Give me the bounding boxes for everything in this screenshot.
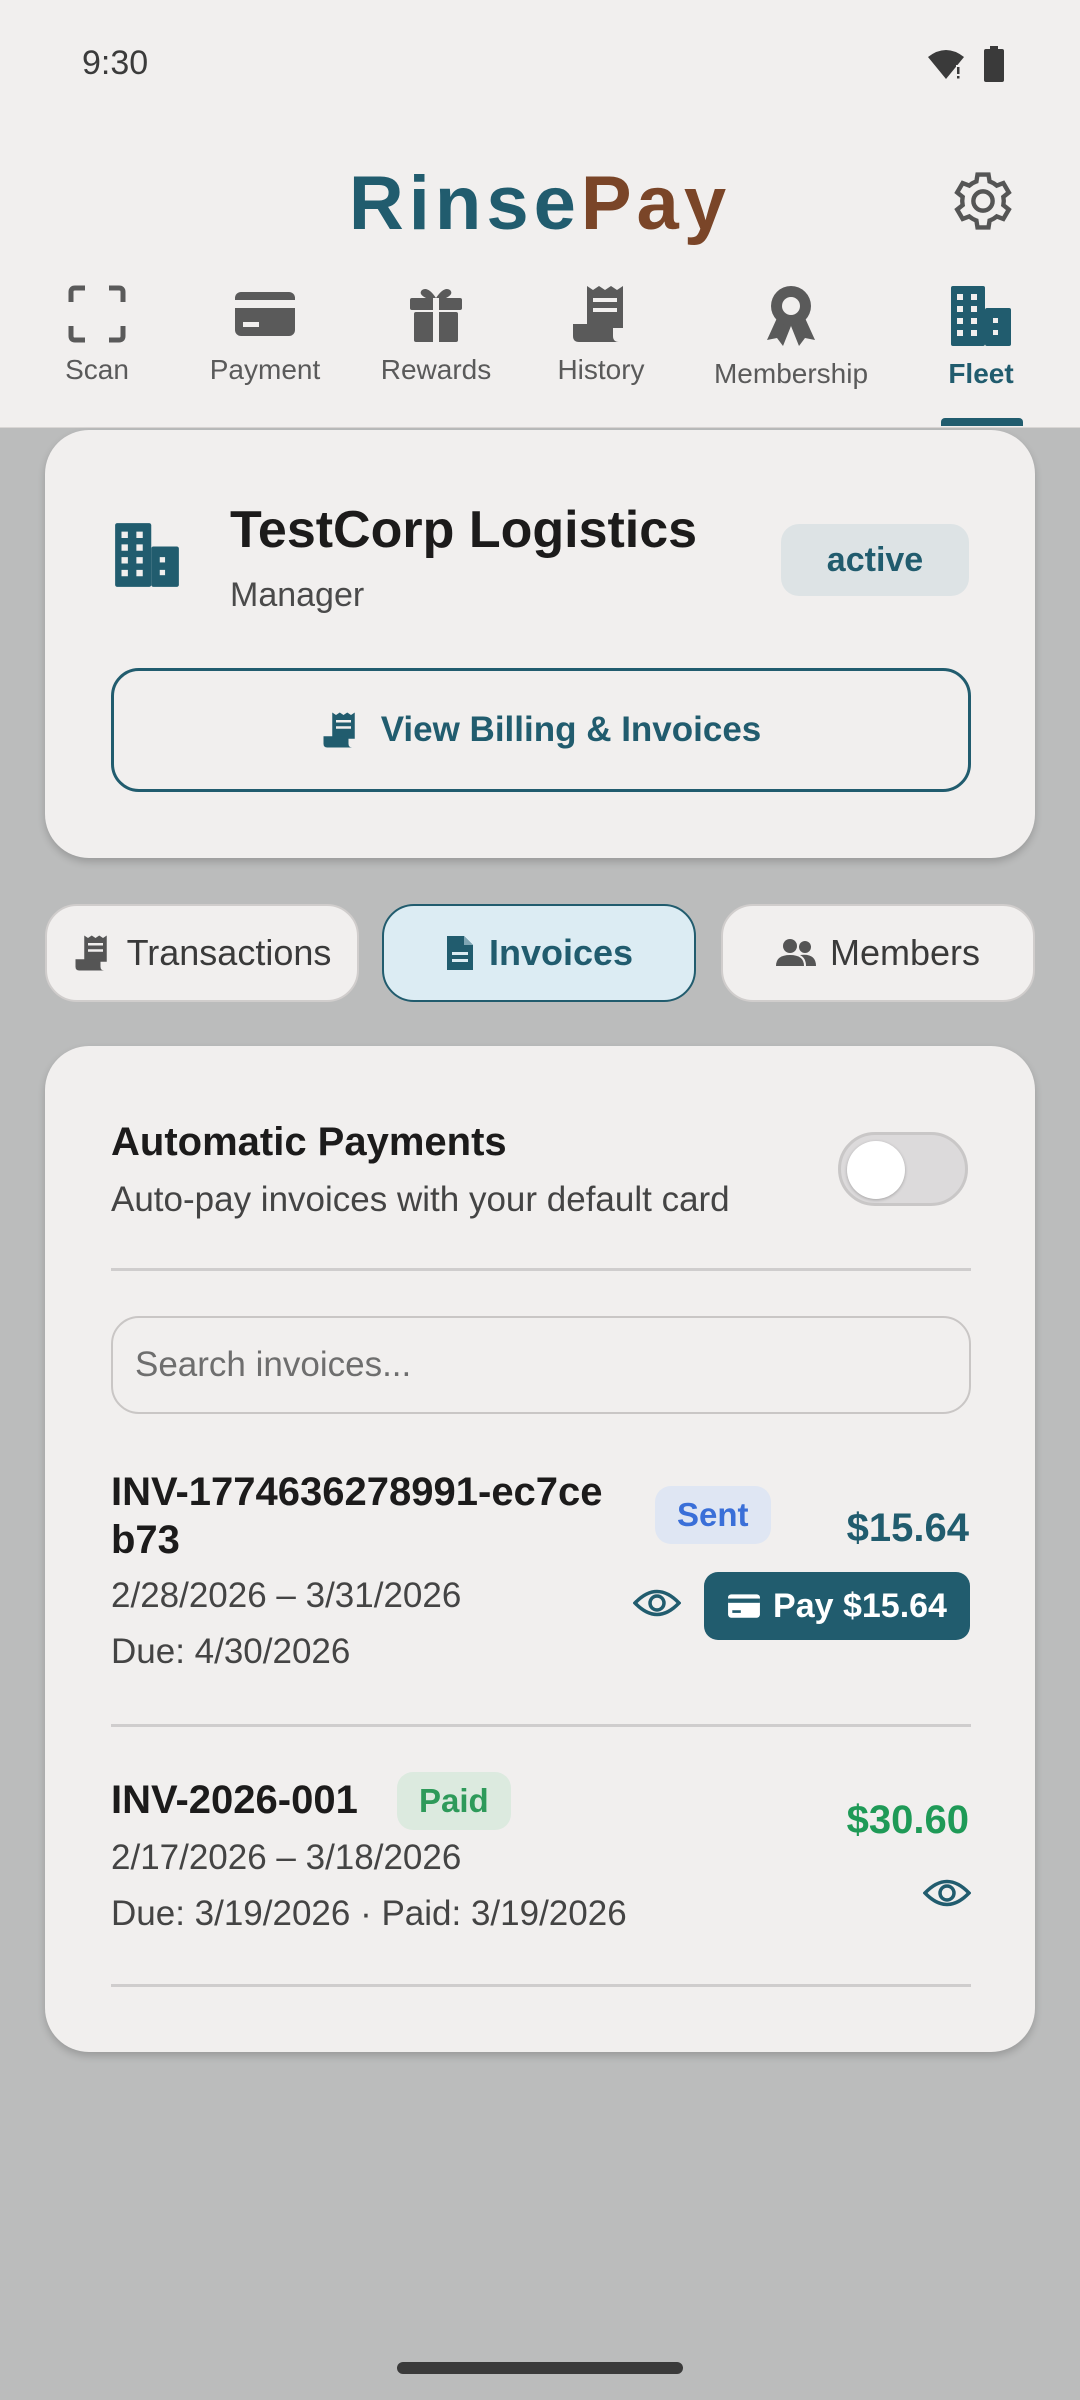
award-badge-icon bbox=[767, 286, 815, 346]
segment-transactions[interactable]: Transactions bbox=[45, 904, 359, 1002]
invoice-id: INV-2026-001 bbox=[111, 1778, 358, 1822]
receipt-icon bbox=[573, 286, 623, 342]
building-icon bbox=[951, 286, 1011, 346]
scan-icon bbox=[68, 285, 126, 343]
invoice-due-date: Due: 3/19/2026 · Paid: 3/19/2026 bbox=[111, 1894, 627, 1933]
invoice-amount: $15.64 bbox=[846, 1506, 969, 1550]
status-icons bbox=[926, 46, 1004, 82]
invoice-id-continued: b73 bbox=[111, 1518, 180, 1562]
status-time: 9:30 bbox=[82, 44, 149, 82]
invoice-due-date: Due: 4/30/2026 bbox=[111, 1632, 351, 1671]
auto-pay-subtitle: Auto-pay invoices with your default card bbox=[111, 1180, 730, 1219]
segment-invoices[interactable]: Invoices bbox=[382, 904, 696, 1002]
invoices-card: Automatic Payments Auto-pay invoices wit… bbox=[45, 1046, 1035, 2052]
receipt-icon bbox=[75, 935, 107, 971]
eye-icon[interactable] bbox=[633, 1586, 681, 1620]
gift-icon bbox=[410, 289, 462, 342]
battery-icon bbox=[984, 46, 1004, 82]
nav-label-scan: Scan bbox=[65, 354, 129, 385]
invoice-amount: $30.60 bbox=[846, 1798, 969, 1842]
nav-tab-history[interactable]: History bbox=[516, 276, 686, 428]
brand-part-rinse: Rinse bbox=[348, 161, 581, 246]
document-icon bbox=[446, 936, 473, 970]
segment-label-invoices: Invoices bbox=[488, 932, 634, 973]
divider bbox=[111, 1268, 971, 1271]
people-icon bbox=[775, 939, 816, 966]
invoice-status-badge: Paid bbox=[397, 1772, 511, 1830]
divider bbox=[111, 1724, 971, 1727]
company-name: TestCorp Logistics bbox=[230, 501, 698, 559]
nav-label-rewards: Rewards bbox=[380, 354, 492, 385]
segment-label-transactions: Transactions bbox=[126, 932, 332, 973]
view-billing-button[interactable]: View Billing & Invoices bbox=[111, 668, 971, 792]
nav-label-fleet: Fleet bbox=[948, 358, 1014, 389]
app-logo: RinsePay bbox=[0, 160, 1080, 247]
nav-label-membership: Membership bbox=[713, 358, 869, 389]
nav-tab-membership[interactable]: Membership bbox=[706, 276, 876, 428]
fleet-company-card: TestCorp Logistics Manager active View B… bbox=[45, 430, 1035, 858]
building-icon bbox=[115, 523, 179, 587]
segment-members[interactable]: Members bbox=[721, 904, 1035, 1002]
pay-button-label: Pay $15.64 bbox=[773, 1586, 947, 1625]
divider bbox=[111, 1984, 971, 1987]
nav-label-payment: Payment bbox=[209, 354, 321, 385]
nav-tab-scan[interactable]: Scan bbox=[12, 276, 182, 428]
status-badge: active bbox=[781, 524, 969, 596]
pay-invoice-button[interactable]: Pay $15.64 bbox=[704, 1572, 970, 1640]
view-billing-label: View Billing & Invoices bbox=[380, 710, 762, 749]
invoice-status-badge: Sent bbox=[655, 1486, 771, 1544]
toggle-knob bbox=[847, 1141, 905, 1199]
bottom-tab-nav: Scan Payment Rewards History Membership … bbox=[0, 276, 1080, 428]
gesture-home-bar[interactable] bbox=[397, 2362, 683, 2374]
nav-tab-fleet[interactable]: Fleet bbox=[896, 276, 1066, 428]
nav-tab-payment[interactable]: Payment bbox=[180, 276, 350, 428]
invoice-period: 2/28/2026 – 3/31/2026 bbox=[111, 1576, 462, 1615]
brand-part-pay: Pay bbox=[580, 161, 732, 246]
auto-pay-toggle[interactable] bbox=[838, 1132, 968, 1206]
auto-pay-title: Automatic Payments bbox=[111, 1120, 507, 1164]
search-input[interactable] bbox=[111, 1316, 971, 1414]
eye-icon[interactable] bbox=[923, 1876, 971, 1910]
nav-label-history: History bbox=[557, 354, 645, 385]
card-icon bbox=[728, 1594, 760, 1618]
receipt-icon bbox=[323, 712, 355, 748]
gear-icon[interactable] bbox=[950, 168, 1016, 234]
app-header: 9:30 RinsePay Scan Payment Rewards Histo… bbox=[0, 0, 1080, 428]
company-role: Manager bbox=[230, 576, 365, 614]
invoice-id: INV-1774636278991-ec7ce bbox=[111, 1470, 603, 1514]
nav-tab-rewards[interactable]: Rewards bbox=[351, 276, 521, 428]
wifi-icon bbox=[928, 50, 964, 79]
active-tab-indicator bbox=[941, 418, 1023, 426]
card-icon bbox=[235, 292, 295, 336]
invoice-period: 2/17/2026 – 3/18/2026 bbox=[111, 1838, 462, 1877]
segment-label-members: Members bbox=[829, 932, 981, 973]
